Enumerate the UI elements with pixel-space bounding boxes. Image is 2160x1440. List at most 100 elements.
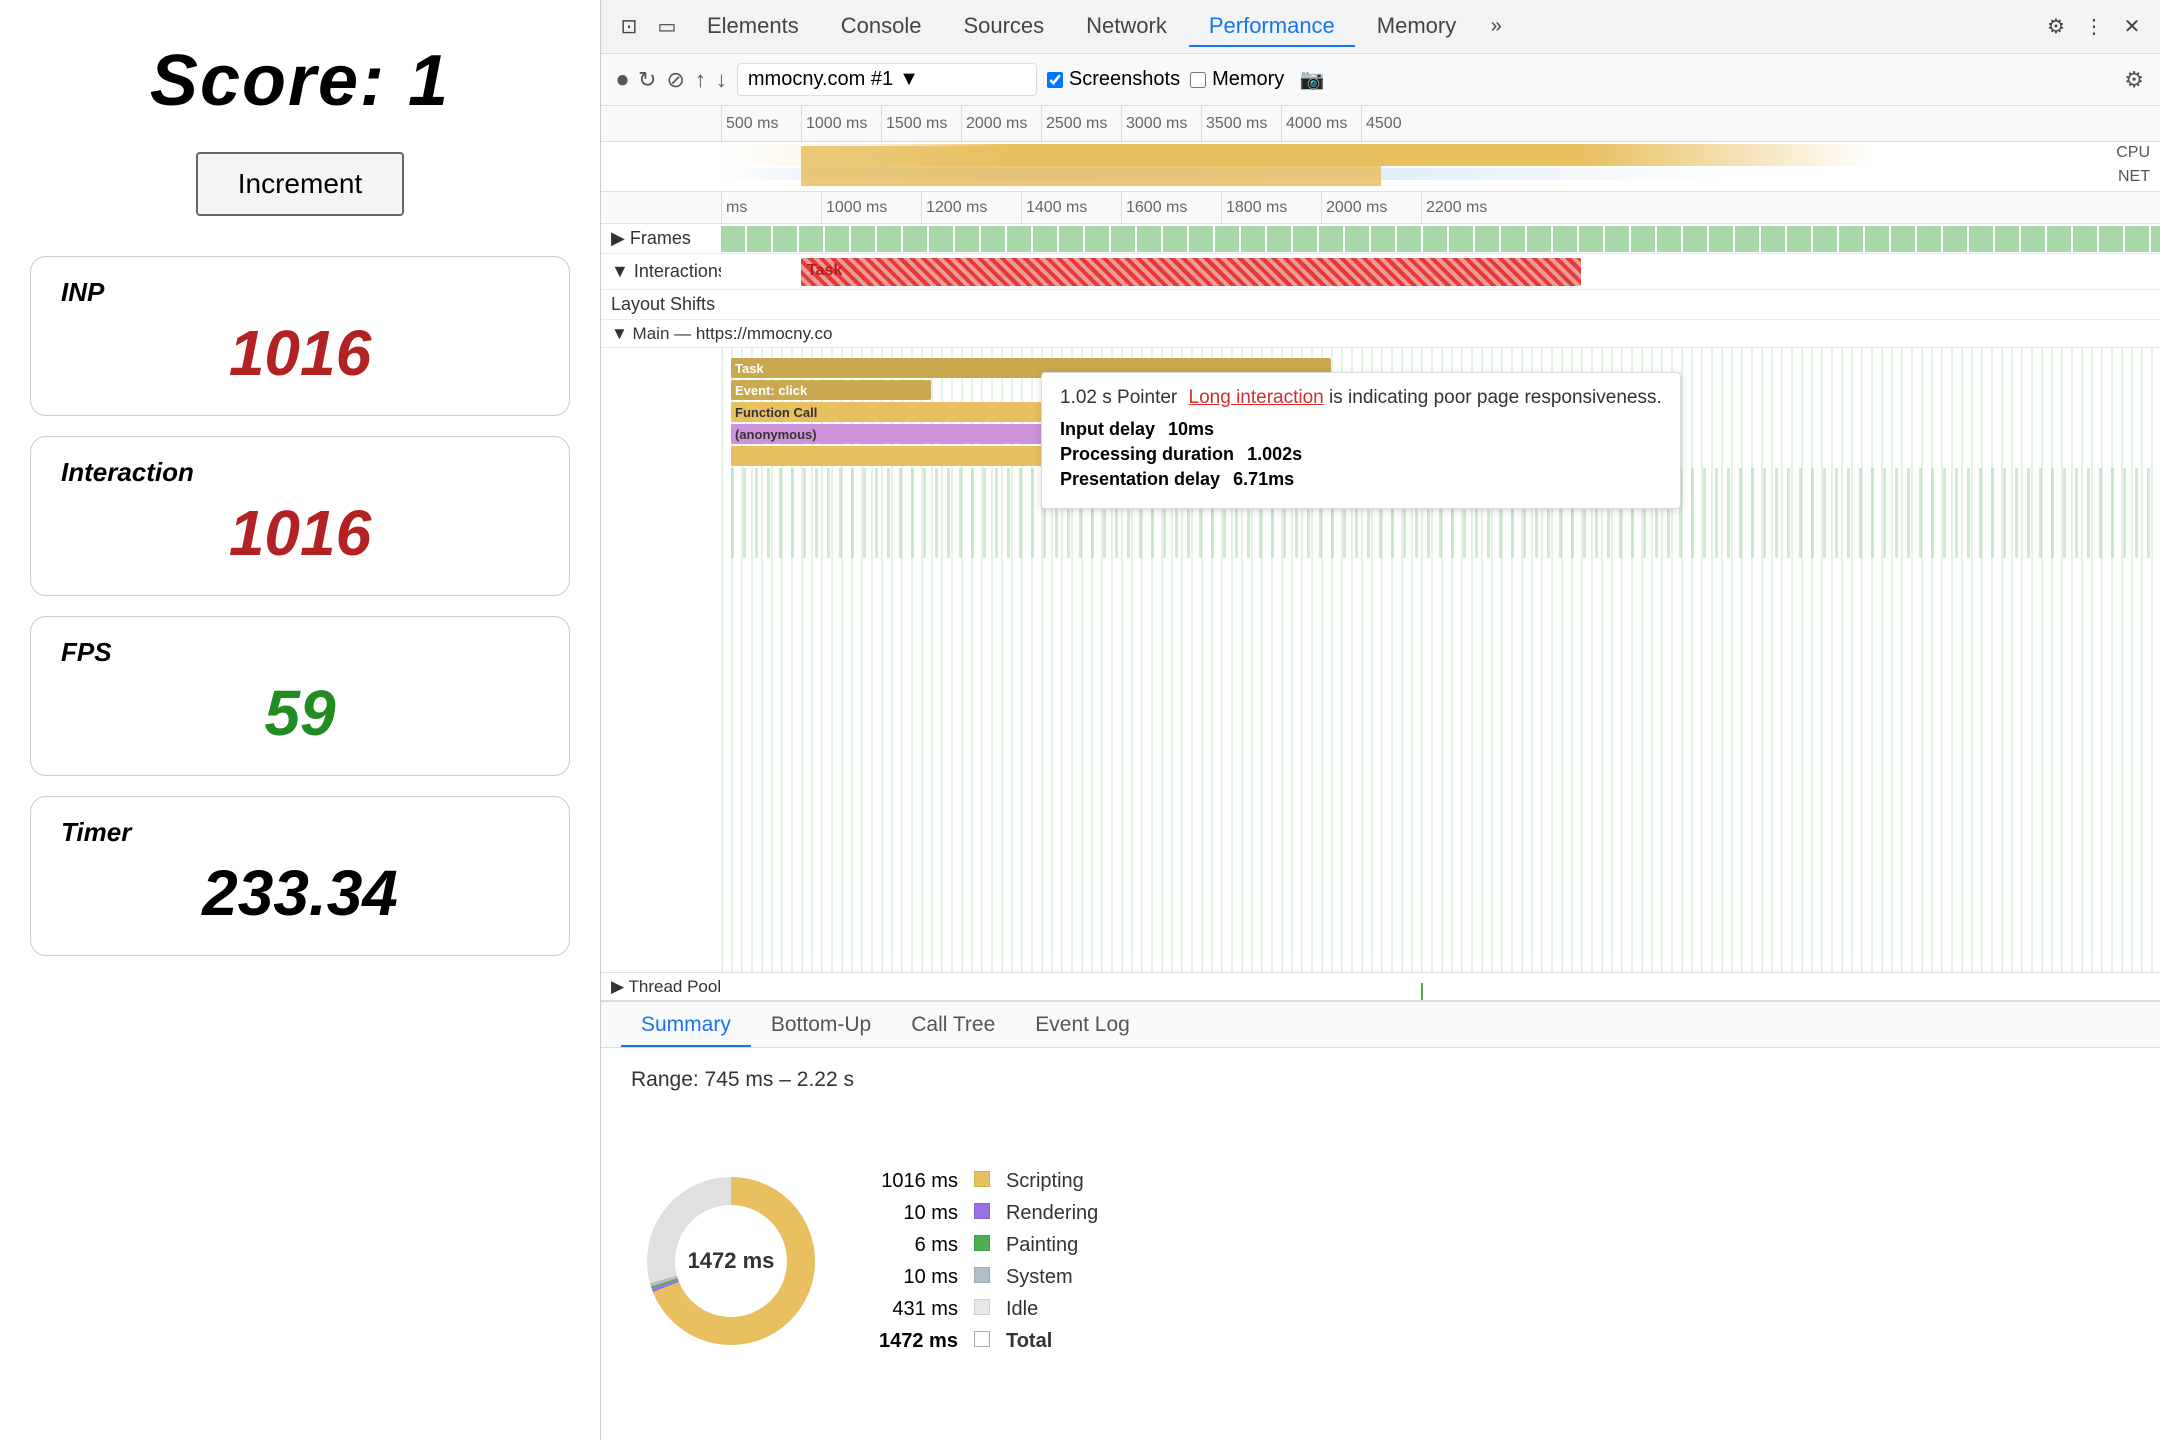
tooltip-input-delay: Input delay 10ms xyxy=(1060,419,1662,440)
main-thread-label: ▼ Main — https://mmocny.co xyxy=(611,324,833,344)
screenshots-checkbox-group: Screenshots xyxy=(1047,68,1180,91)
legend-label-total: Total xyxy=(998,1325,1106,1357)
tooltip-processing: Processing duration 1.002s xyxy=(1060,444,1662,465)
frames-content xyxy=(721,224,2160,253)
tab-console[interactable]: Console xyxy=(821,7,942,47)
memory-label: Memory xyxy=(1212,68,1284,91)
devtools-toolbar: ⏺ ↻ ⊘ ↑ ↓ mmocny.com #1 ▼ Screenshots Me… xyxy=(601,54,2160,106)
interactions-label[interactable]: ▼ Interactions xyxy=(601,261,721,282)
inp-label: INP xyxy=(61,277,539,308)
url-dropdown-icon[interactable]: ▼ xyxy=(899,68,919,91)
ruler-marks: 500 ms 1000 ms 1500 ms 2000 ms 2500 ms 3… xyxy=(721,106,2160,142)
inp-value: 1016 xyxy=(61,316,539,390)
device-icon[interactable]: ▭ xyxy=(649,9,685,45)
tab-memory[interactable]: Memory xyxy=(1357,7,1476,47)
legend-label-painting: Painting xyxy=(998,1229,1106,1261)
fps-card: FPS 59 xyxy=(30,616,570,776)
clear-icon[interactable]: ⊘ xyxy=(666,67,684,93)
event-click-bar[interactable]: Event: click xyxy=(731,380,931,400)
task-label: Task xyxy=(735,361,764,376)
more-options-icon[interactable]: ⋮ xyxy=(2076,9,2112,45)
tab-sources[interactable]: Sources xyxy=(943,7,1064,47)
memory-checkbox-group: Memory xyxy=(1190,68,1284,91)
screenshots-label: Screenshots xyxy=(1069,68,1180,91)
timeline-ruler2: ms 1000 ms 1200 ms 1400 ms 1600 ms 1800 … xyxy=(601,192,2160,224)
legend-label-system: System xyxy=(998,1261,1106,1293)
tooltip-presentation: Presentation delay 6.71ms xyxy=(1060,469,1662,490)
ruler2-mark-4: 1600 ms xyxy=(1121,192,1221,224)
ruler-mark-6: 3500 ms xyxy=(1201,106,1281,142)
timer-value: 233.34 xyxy=(61,856,539,930)
frames-label[interactable]: ▶ Frames xyxy=(601,228,721,249)
legend-label-idle: Idle xyxy=(998,1293,1106,1325)
upload-icon[interactable]: ↑ xyxy=(695,67,706,93)
ruler2-mark-1: 1000 ms xyxy=(821,192,921,224)
settings-icon[interactable]: ⚙ xyxy=(2038,9,2074,45)
legend-color-scripting xyxy=(974,1171,990,1187)
legend-ms-painting: 6 ms xyxy=(871,1229,966,1261)
tooltip-time: 1.02 s Pointer xyxy=(1060,387,1177,408)
frames-track: ▶ Frames xyxy=(601,224,2160,254)
cpu-net-overview[interactable]: CPU NET xyxy=(601,142,2160,192)
download-icon[interactable]: ↓ xyxy=(716,67,727,93)
tab-call-tree[interactable]: Call Tree xyxy=(891,1005,1015,1047)
thread-pool-label[interactable]: ▶ Thread Pool xyxy=(601,977,721,997)
range-text: Range: 745 ms – 2.22 s xyxy=(631,1068,2130,1092)
frames-bars xyxy=(721,226,2160,252)
legend-color-system xyxy=(974,1267,990,1283)
event-click-label: Event: click xyxy=(735,383,807,398)
legend-color-idle xyxy=(974,1299,990,1315)
tab-bottom-up[interactable]: Bottom-Up xyxy=(751,1005,891,1047)
timeline-area[interactable]: ms 1000 ms 1200 ms 1400 ms 1600 ms 1800 … xyxy=(601,192,2160,1000)
tab-network[interactable]: Network xyxy=(1066,7,1187,47)
legend-row-idle: 431 ms Idle xyxy=(871,1293,1106,1325)
ruler-mark-3: 2000 ms xyxy=(961,106,1041,142)
ruler-mark-7: 4000 ms xyxy=(1281,106,1361,142)
ruler-mark-2: 1500 ms xyxy=(881,106,961,142)
legend-row-total: 1472 ms Total xyxy=(871,1325,1106,1357)
inspect-icon[interactable]: ⊡ xyxy=(611,9,647,45)
record-icon[interactable]: ⏺ xyxy=(617,67,628,93)
ruler2-mark-0: ms xyxy=(721,192,821,224)
fps-value: 59 xyxy=(61,676,539,750)
increment-button[interactable]: Increment xyxy=(196,152,405,216)
thread-pool-row[interactable]: ▶ Thread Pool xyxy=(601,972,2160,1000)
screenshots-checkbox[interactable] xyxy=(1047,72,1063,88)
url-text: mmocny.com #1 xyxy=(748,68,893,91)
tab-summary[interactable]: Summary xyxy=(621,1005,751,1047)
legend-label-rendering: Rendering xyxy=(998,1197,1106,1229)
tooltip-suffix: is indicating poor page responsiveness. xyxy=(1329,387,1662,408)
layout-shifts-content xyxy=(721,290,2160,319)
ruler-mark-8: 4500 xyxy=(1361,106,1441,142)
legend-ms-scripting: 1016 ms xyxy=(871,1165,966,1197)
legend-table: 1016 ms Scripting 10 ms Rendering 6 ms P… xyxy=(871,1165,1106,1357)
layout-shifts-label[interactable]: Layout Shifts xyxy=(601,294,721,315)
ruler2-mark-6: 2000 ms xyxy=(1321,192,1421,224)
anonymous-label: (anonymous) xyxy=(735,427,817,442)
layout-shifts-track: Layout Shifts xyxy=(601,290,2160,320)
fps-label: FPS xyxy=(61,637,539,668)
capture-screenshot-icon[interactable]: 📷 xyxy=(1294,62,1330,98)
legend-row-painting: 6 ms Painting xyxy=(871,1229,1106,1261)
legend-ms-total: 1472 ms xyxy=(871,1325,966,1357)
tooltip-link[interactable]: Long interaction xyxy=(1189,387,1324,408)
legend-label-scripting: Scripting xyxy=(998,1165,1106,1197)
legend-color-painting xyxy=(974,1235,990,1251)
toolbar-gear-icon[interactable]: ⚙ xyxy=(2124,67,2144,93)
memory-checkbox[interactable] xyxy=(1190,72,1206,88)
reload-icon[interactable]: ↻ xyxy=(638,67,656,93)
devtools-panel: ⊡ ▭ Elements Console Sources Network Per… xyxy=(600,0,2160,1440)
tab-performance[interactable]: Performance xyxy=(1189,7,1355,47)
devtools-tabbar: ⊡ ▭ Elements Console Sources Network Per… xyxy=(601,0,2160,54)
timer-card: Timer 233.34 xyxy=(30,796,570,956)
ruler2-mark-7: 2200 ms xyxy=(1421,192,1521,224)
close-icon[interactable]: ✕ xyxy=(2114,9,2150,45)
tab-elements[interactable]: Elements xyxy=(687,7,819,47)
interaction-value: 1016 xyxy=(61,496,539,570)
tab-event-log[interactable]: Event Log xyxy=(1015,1005,1150,1047)
cpu-label: CPU xyxy=(2116,144,2150,162)
pointer-interaction-bar[interactable]: Task xyxy=(801,258,1581,286)
main-thread-header[interactable]: ▼ Main — https://mmocny.co xyxy=(601,320,2160,348)
bottom-panel: Summary Bottom-Up Call Tree Event Log Ra… xyxy=(601,1000,2160,1440)
more-tabs-icon[interactable]: » xyxy=(1478,9,1514,45)
